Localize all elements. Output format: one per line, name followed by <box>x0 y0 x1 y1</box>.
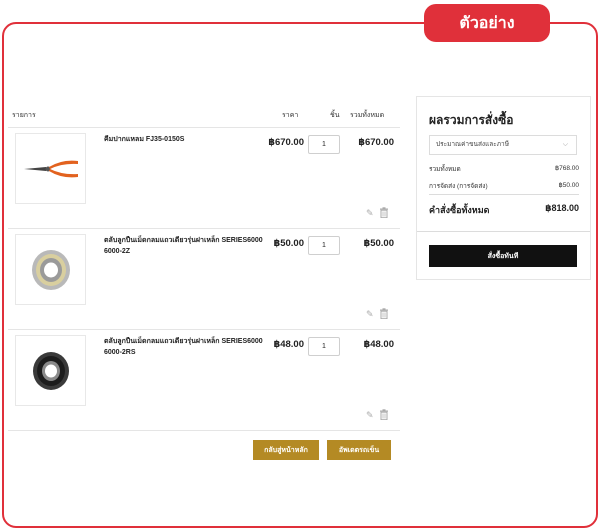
product-price: ฿670.00 <box>268 137 304 148</box>
cart-row: ตลับลูกปืนเม็ดกลมแถวเดียวรุ่นฝาเหล็ก SER… <box>8 229 400 330</box>
pencil-icon[interactable]: ✎ <box>366 309 374 320</box>
product-price: ฿50.00 <box>273 238 304 249</box>
header-total: รวมทั้งหมด <box>350 112 385 119</box>
pencil-icon[interactable]: ✎ <box>366 208 374 219</box>
order-summary: ผลรวมการสั่งซื้อ ประมาณค่าขนส่งและภาษี ⌵… <box>416 96 591 280</box>
trash-icon[interactable] <box>379 207 389 218</box>
product-image[interactable] <box>15 234 86 305</box>
pencil-icon[interactable]: ✎ <box>366 410 374 421</box>
product-price: ฿48.00 <box>273 339 304 350</box>
update-cart-button[interactable]: อัพเดตรถเข็น <box>327 440 391 460</box>
summary-divider <box>429 194 579 195</box>
line-total: ฿670.00 <box>358 137 394 148</box>
cart-actions: กลับสู่หน้าหลัก อัพเดตรถเข็น <box>253 440 391 460</box>
summary-divider <box>417 231 590 232</box>
back-to-home-button[interactable]: กลับสู่หน้าหลัก <box>253 440 319 460</box>
subtotal-label: รวมทั้งหมด <box>429 166 461 173</box>
product-name[interactable]: คีมปากแหลม FJ35-0150S <box>104 134 264 145</box>
summary-title: ผลรวมการสั่งซื้อ <box>429 113 514 127</box>
product-image[interactable] <box>15 335 86 406</box>
product-image[interactable] <box>15 133 86 204</box>
product-name[interactable]: ตลับลูกปืนเม็ดกลมแถวเดียวรุ่นฝาเหล็ก SER… <box>104 235 264 257</box>
subtotal-value: ฿768.00 <box>554 165 579 172</box>
cart-table-header: รายการ ราคา ชิ้น รวมทั้งหมด <box>8 100 400 128</box>
trash-icon[interactable] <box>379 409 389 420</box>
chevron-down-icon: ⌵ <box>562 141 568 148</box>
example-badge: ตัวอย่าง <box>424 4 550 42</box>
header-price: ราคา <box>282 112 299 119</box>
line-total: ฿50.00 <box>363 238 394 249</box>
quantity-input[interactable]: 1 <box>308 236 340 255</box>
subtotal-line: รวมทั้งหมด ฿768.00 <box>429 164 579 174</box>
header-item: รายการ <box>12 112 36 119</box>
header-qty: ชิ้น <box>330 112 340 119</box>
shipping-estimate-select[interactable]: ประมาณค่าขนส่งและภาษี ⌵ <box>429 135 577 155</box>
shipping-value: ฿50.00 <box>558 182 579 189</box>
shipping-label: การจัดส่ง (การจัดส่ง) <box>429 183 488 190</box>
grand-total-line: คำสั่งซื้อทั้งหมด ฿818.00 <box>429 203 579 217</box>
grand-total-value: ฿818.00 <box>545 203 579 213</box>
cart-row: คีมปากแหลม FJ35-0150S ฿670.00 1 ฿670.00 … <box>8 128 400 229</box>
line-total: ฿48.00 <box>363 339 394 350</box>
shipping-line: การจัดส่ง (การจัดส่ง) ฿50.00 <box>429 181 579 191</box>
needle-nose-pliers-image <box>23 160 78 177</box>
product-name[interactable]: ตลับลูกปืนเม็ดกลมแถวเดียวรุ่นฝาเหล็ก SER… <box>104 336 264 358</box>
cart-table: รายการ ราคา ชิ้น รวมทั้งหมด คีมปากแหลม F… <box>8 100 400 431</box>
metal-shield-bearing-image <box>31 249 70 290</box>
order-now-button[interactable]: สั่งซื้อทันที <box>429 245 577 267</box>
quantity-input[interactable]: 1 <box>308 337 340 356</box>
trash-icon[interactable] <box>379 308 389 319</box>
quantity-input[interactable]: 1 <box>308 135 340 154</box>
rubber-seal-bearing-image <box>32 351 69 390</box>
cart-row: ตลับลูกปืนเม็ดกลมแถวเดียวรุ่นฝาเหล็ก SER… <box>8 330 400 431</box>
shipping-estimate-label: ประมาณค่าขนส่งและภาษี <box>436 141 509 148</box>
grand-total-label: คำสั่งซื้อทั้งหมด <box>429 205 490 215</box>
